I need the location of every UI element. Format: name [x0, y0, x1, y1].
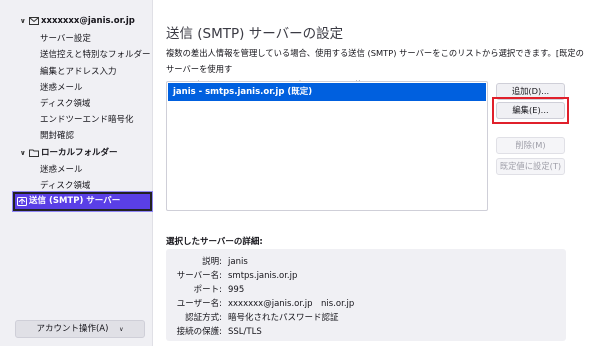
- page-title: 送信 (SMTP) サーバーの設定: [166, 26, 344, 42]
- edit-server-button[interactable]: 編集(E)...: [496, 102, 565, 119]
- details-heading: 選択したサーバーの詳細:: [166, 237, 263, 247]
- local-folders-tree-item[interactable]: ∨ ローカルフォルダー: [0, 145, 153, 161]
- server-list-item[interactable]: janis - smtps.janis.or.jp (既定): [168, 83, 486, 101]
- sidebar-item-junk[interactable]: 迷惑メール: [0, 80, 83, 96]
- mail-account-icon: [29, 17, 39, 25]
- sidebar-item-local-junk[interactable]: 迷惑メール: [0, 162, 83, 178]
- add-server-button[interactable]: 追加(D)...: [496, 83, 565, 100]
- local-folders-label: ローカルフォルダー: [41, 148, 118, 158]
- chevron-down-icon: ∨: [119, 326, 124, 333]
- sidebar-item-copies-folders[interactable]: 送信控えと特別なフォルダー: [0, 47, 151, 63]
- sidebar-item-disk-space[interactable]: ディスク領域: [0, 96, 90, 112]
- set-default-button[interactable]: 既定値に設定(T): [496, 158, 565, 175]
- delete-server-button[interactable]: 削除(M): [496, 137, 565, 154]
- account-actions-button[interactable]: アカウント操作(A) ∨: [15, 320, 145, 338]
- sidebar-item-server-settings[interactable]: サーバー設定: [0, 31, 91, 47]
- sidebar-item-e2e-encryption[interactable]: エンドツーエンド暗号化: [0, 112, 134, 128]
- sidebar-item-receipts[interactable]: 開封確認: [0, 128, 74, 144]
- smtp-server-list[interactable]: janis - smtps.janis.or.jp (既定): [166, 81, 488, 211]
- sidebar-item-outgoing-server[interactable]: 送信 (SMTP) サーバー: [12, 191, 153, 212]
- account-email-label: xxxxxxx@janis.or.jp: [41, 16, 135, 26]
- outgoing-server-icon: [17, 197, 27, 206]
- chevron-down-icon[interactable]: ∨: [20, 145, 28, 161]
- account-tree-item[interactable]: ∨ xxxxxxx@janis.or.jp: [0, 13, 153, 29]
- sidebar-item-composition[interactable]: 編集とアドレス入力: [0, 64, 117, 80]
- server-details-box: 説明: janis サーバー名: smtps.janis.or.jp ポート: …: [166, 249, 566, 341]
- sidebar-item-label: 送信 (SMTP) サーバー: [29, 196, 121, 206]
- chevron-down-icon[interactable]: ∨: [20, 13, 28, 29]
- folder-icon: [29, 149, 39, 157]
- account-sidebar: ∨ xxxxxxx@janis.or.jp サーバー設定 送信控えと特別なフォル…: [0, 0, 153, 346]
- main-panel: 送信 (SMTP) サーバーの設定 複数の差出人情報を管理している場合、使用する…: [153, 0, 600, 346]
